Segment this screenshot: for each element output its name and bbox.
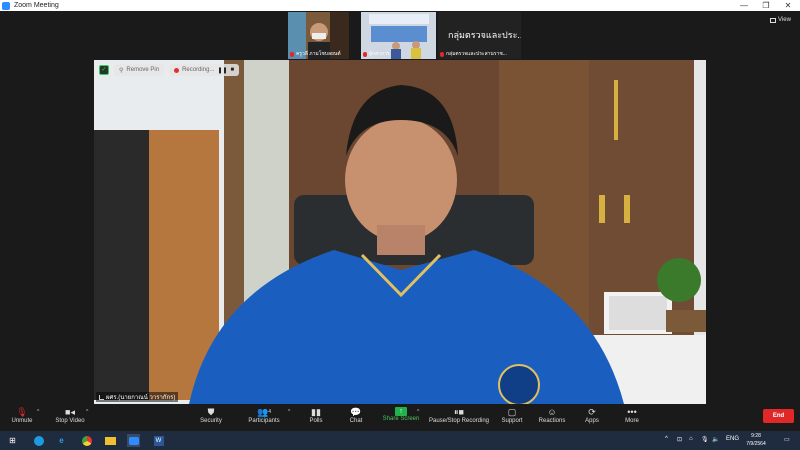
share-screen-label: Share Screen — [382, 416, 420, 422]
word-icon[interactable]: W — [152, 434, 165, 447]
recording-label: Recording... — [182, 67, 215, 73]
speaker-video-frame — [94, 60, 706, 404]
participant-big-name: กลุ่มตรวจและประ... — [448, 30, 521, 40]
chrome-icon[interactable] — [80, 434, 93, 447]
clock-time: 9:28 — [751, 433, 761, 439]
view-label: View — [778, 17, 791, 23]
reactions-smiley-icon: ☺ — [547, 407, 557, 417]
recording-dot-icon — [174, 67, 180, 73]
support-icon: ▢ — [507, 407, 517, 417]
polls-chart-icon: ▮▮ — [311, 407, 321, 417]
remove-pin-button[interactable]: ⚲ Remove Pin — [114, 64, 165, 76]
tray-mic-icon[interactable]: 🎙 — [701, 436, 709, 443]
pause-stop-icon: ⏸■ — [454, 407, 464, 417]
participant-thumbnail[interactable]: กลุ่มตรวจและประ... กลุ่มตรวจและประสานราช… — [438, 12, 521, 59]
polls-label: Polls — [309, 418, 323, 424]
remove-pin-label: Remove Pin — [126, 67, 160, 73]
chat-label: Chat — [349, 418, 363, 424]
participants-icon: 👥4 — [257, 407, 271, 417]
minimize-button[interactable]: — — [733, 0, 755, 11]
file-explorer-icon[interactable] — [104, 434, 117, 447]
meeting-toolbar: 🎙 Unmute ^ ■◂ Stop Video ^ ⛊ Security 👥4… — [0, 404, 800, 431]
shield-icon: ✓ — [99, 65, 109, 75]
zoom-taskbar-icon[interactable] — [127, 434, 140, 447]
signal-icon — [99, 394, 104, 400]
mic-muted-icon: 🎙 — [16, 407, 28, 417]
speaker-name-tag: ผศร.(นายกาณน์ วารากักร) — [96, 392, 179, 402]
maximize-button[interactable]: ❐ — [755, 0, 777, 11]
pause-recording-icon[interactable]: ❚❚ — [217, 67, 227, 74]
recording-bar: ✓ ⚲ Remove Pin Recording... ❚❚ ■ — [99, 64, 240, 76]
tray-volume-icon[interactable]: 🔈 — [712, 436, 719, 443]
audio-options-caret-icon[interactable]: ^ — [37, 409, 39, 415]
title-bar: Zoom Meeting — ❐ ✕ — [0, 0, 800, 11]
zoom-window: Zoom Meeting — ❐ ✕ View ครูวลี ภามโชบลยน… — [0, 0, 800, 450]
tray-chevron-icon[interactable]: ^ — [665, 436, 668, 442]
participants-button[interactable]: 👥4 Participants — [234, 406, 294, 424]
more-button[interactable]: ••• More — [602, 406, 662, 424]
window-title: Zoom Meeting — [14, 2, 59, 9]
security-label: Security — [200, 418, 222, 424]
participants-count: 4 — [268, 409, 271, 415]
stop-video-button[interactable]: ■◂ Stop Video — [40, 406, 100, 424]
security-button[interactable]: ⛊ Security — [181, 406, 241, 424]
participant-name: ครูวลี ภามโชบลยนต์ — [290, 50, 341, 58]
windows-taskbar: ⊞ e W ^ ⊡ ⌂ 🎙 🔈 ENG ▭ — [0, 431, 800, 450]
pause-stop-recording-button[interactable]: ⏸■ Pause/Stop Recording — [429, 406, 489, 424]
internet-explorer-icon[interactable]: e — [55, 434, 68, 447]
zoom-logo-icon — [2, 1, 10, 10]
stop-recording-icon[interactable]: ■ — [231, 67, 235, 73]
keyboard-language[interactable]: ENG — [726, 436, 739, 442]
support-label: Support — [501, 418, 523, 424]
participant-thumbnail[interactable]: ผู้กสาภาร — [361, 12, 436, 59]
share-screen-icon: ↑ — [395, 407, 407, 416]
participant-name: กลุ่มตรวจและประสานราช... — [440, 50, 507, 58]
recording-indicator: Recording... ❚❚ ■ — [169, 64, 240, 76]
share-screen-button[interactable]: ↑ Share Screen — [371, 406, 431, 422]
mic-muted-icon — [290, 51, 294, 57]
speaker-name: ผศร.(นายกาณน์ วารากักร) — [106, 395, 176, 401]
mic-muted-icon — [440, 51, 444, 57]
edge-browser-icon[interactable] — [32, 434, 45, 447]
notification-icon[interactable]: ▭ — [784, 436, 790, 443]
chat-bubble-icon: 💬 — [350, 407, 362, 417]
unmute-label: Unmute — [11, 418, 33, 424]
windows-start-icon[interactable]: ⊞ — [6, 434, 19, 447]
mic-muted-icon — [363, 51, 367, 57]
participant-name: ผู้กสาภาร — [363, 50, 390, 58]
share-options-caret-icon[interactable]: ^ — [417, 409, 419, 415]
apps-icon: ⟳ — [588, 407, 596, 417]
main-speaker-video: ✓ ⚲ Remove Pin Recording... ❚❚ ■ ผศร.(นา… — [94, 60, 706, 404]
more-dots-icon: ••• — [627, 407, 637, 417]
security-shield-icon: ⛊ — [207, 407, 215, 417]
taskbar-clock[interactable]: 9:28 7/9/2564 — [741, 432, 771, 448]
apps-label: Apps — [585, 418, 599, 424]
end-meeting-button[interactable]: End — [763, 409, 794, 423]
pause-stop-recording-label: Pause/Stop Recording — [428, 418, 490, 424]
stop-video-label: Stop Video — [55, 418, 85, 424]
video-options-caret-icon[interactable]: ^ — [86, 409, 88, 415]
clock-date: 7/9/2564 — [746, 441, 766, 447]
video-camera-icon: ■◂ — [65, 407, 75, 417]
view-button[interactable]: View — [770, 17, 791, 23]
more-label: More — [625, 418, 639, 424]
tray-network-icon[interactable]: ⌂ — [689, 436, 693, 442]
pin-icon: ⚲ — [119, 67, 124, 74]
participants-label: Participants — [248, 418, 280, 424]
view-icon — [770, 17, 776, 23]
tray-device-icon[interactable]: ⊡ — [677, 436, 682, 443]
close-button[interactable]: ✕ — [777, 0, 799, 11]
participant-thumbnail[interactable]: ครูวลี ภามโชบลยนต์ — [288, 12, 349, 59]
